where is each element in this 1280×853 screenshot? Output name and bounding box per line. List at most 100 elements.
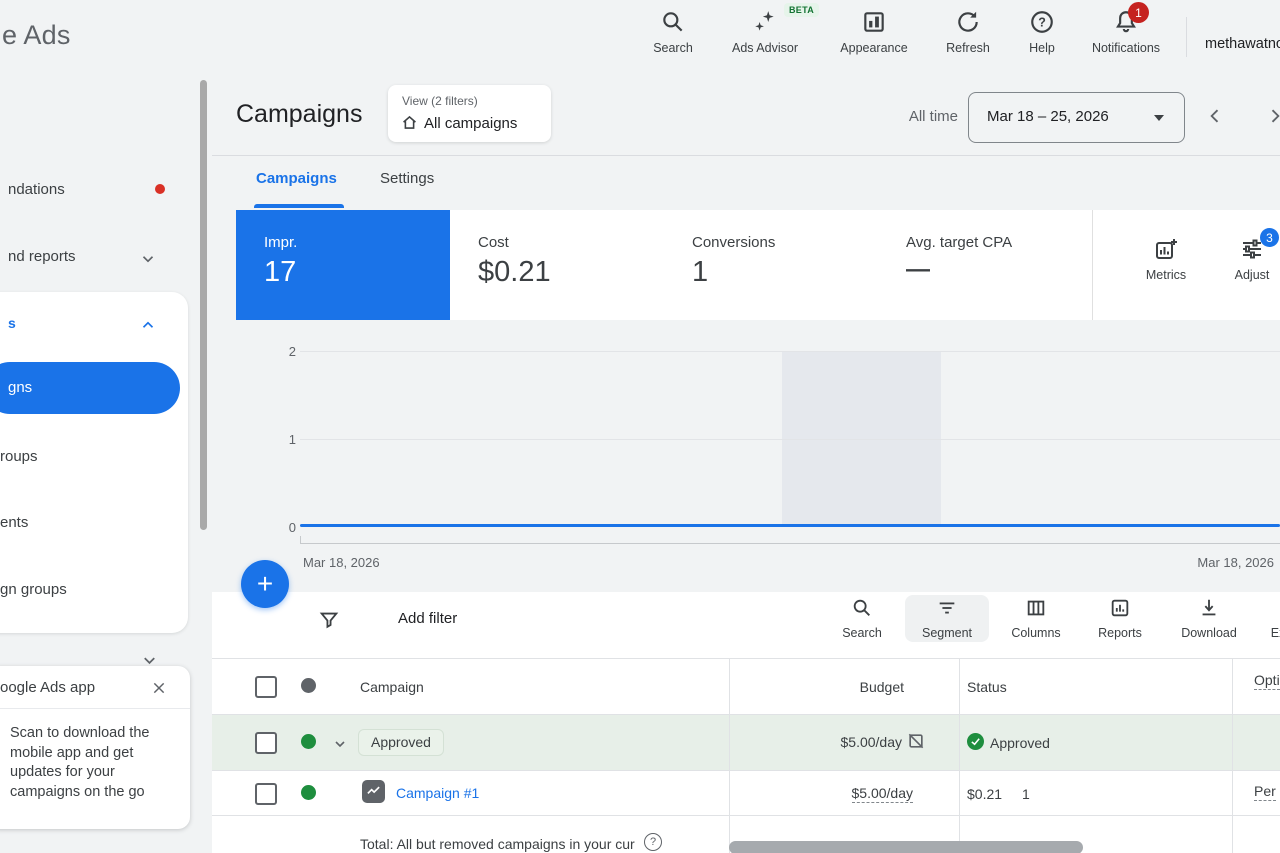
scorecard-cost[interactable]: Cost $0.21 <box>450 210 665 320</box>
reports-label: Reports <box>1098 626 1142 640</box>
help-icon: ? <box>1029 9 1055 35</box>
scorecard-impressions-value: 17 <box>264 256 296 289</box>
sidebar-item-insights-reports[interactable]: nd reports <box>8 248 76 265</box>
topbar-search-button[interactable]: Search <box>628 9 718 55</box>
chart-xlabel-left: Mar 18, 2026 <box>303 555 380 570</box>
topbar-help-button[interactable]: ? Help <box>1012 9 1072 55</box>
select-all-checkbox[interactable] <box>255 676 277 698</box>
home-icon <box>400 113 419 132</box>
row2-bottom-border <box>212 815 1280 816</box>
view-filters-chip[interactable]: View (2 filters) All campaigns <box>388 85 551 142</box>
column-header-budget[interactable]: Budget <box>820 679 904 695</box>
tab-campaigns[interactable]: Campaigns <box>256 170 337 187</box>
sidebar-scrollbar[interactable] <box>200 80 207 530</box>
segment-button[interactable]: Segment <box>905 595 989 642</box>
sidebar-item-campaigns-label: gns <box>8 379 32 396</box>
topbar-refresh-button[interactable]: Refresh <box>928 9 1008 55</box>
reports-button[interactable]: Reports <box>1078 597 1162 640</box>
recommendations-alert-dot <box>155 184 165 194</box>
table-search-label: Search <box>842 626 882 640</box>
expand-label: Expand <box>1271 626 1280 640</box>
sidebar-item-experiments[interactable]: ents <box>0 514 28 531</box>
prev-date-chevron-icon[interactable] <box>1205 106 1225 126</box>
page-title: Campaigns <box>236 100 362 129</box>
scorecard-impressions-label: Impr. <box>264 234 297 251</box>
date-range-picker[interactable]: Mar 18 – 25, 2026 <box>968 92 1185 143</box>
column-header-optimization[interactable]: Opti <box>1254 672 1280 690</box>
table-header-top-border <box>212 658 1280 659</box>
row1-enabled-dot[interactable] <box>301 734 316 749</box>
filter-funnel-icon[interactable] <box>318 609 340 631</box>
sidebar-item-campaign-groups[interactable]: gn groups <box>0 581 67 598</box>
row2-checkbox[interactable] <box>255 783 277 805</box>
download-button[interactable]: Download <box>1167 597 1251 640</box>
tab-settings[interactable]: Settings <box>380 170 434 187</box>
total-help-icon[interactable]: ? <box>644 833 662 851</box>
scorecard-conversions-value: 1 <box>692 256 708 289</box>
metrics-label: Metrics <box>1146 268 1186 282</box>
next-date-chevron-icon[interactable] <box>1265 106 1280 126</box>
topbar-help-label: Help <box>1029 41 1055 55</box>
chart-x-axis-tick <box>300 536 301 544</box>
app-card-title: oogle Ads app <box>0 679 95 696</box>
row1-budget-value[interactable]: $5.00/day <box>790 734 902 750</box>
column-header-status[interactable]: Status <box>967 679 1007 695</box>
sidebar-item-recommendations[interactable]: ndations <box>8 181 65 198</box>
row2-enabled-dot[interactable] <box>301 785 316 800</box>
download-icon <box>1198 597 1220 619</box>
row2-budget-text[interactable]: $5.00/day <box>852 785 914 803</box>
table-search-button[interactable]: Search <box>820 597 904 640</box>
appearance-icon <box>861 9 887 35</box>
expand-button[interactable]: Expand <box>1250 597 1280 640</box>
add-filter-button[interactable]: Add filter <box>398 610 457 627</box>
campaign-type-icon <box>362 780 385 803</box>
col-divider-budget-status <box>959 658 960 853</box>
row1-checkbox[interactable] <box>255 732 277 754</box>
search-icon <box>660 9 686 35</box>
column-header-campaign[interactable]: Campaign <box>360 679 424 695</box>
close-icon[interactable] <box>151 680 167 696</box>
adjust-label: Adjust <box>1235 268 1270 282</box>
col-divider-status-opt <box>1232 658 1233 853</box>
chart-xlabel-right: Mar 18, 2026 <box>1150 555 1274 570</box>
topbar-appearance-button[interactable]: Appearance <box>824 9 924 55</box>
view-filters-label: View (2 filters) <box>402 94 478 108</box>
scorecard-cost-label: Cost <box>478 234 509 251</box>
scorecard-impressions[interactable]: Impr. 17 <box>236 210 451 320</box>
row1-expand-chevron-icon[interactable] <box>332 736 348 752</box>
google-ads-logo[interactable]: e Ads <box>2 20 71 51</box>
row1-approved-chip[interactable]: Approved <box>358 729 444 756</box>
scorecard-avg-target-cpa-value: — <box>906 256 930 284</box>
row2-cost-value: $0.21 <box>967 786 1002 802</box>
table-total-label: Total: All but removed campaigns in your… <box>360 836 635 852</box>
account-name[interactable]: methawatno <box>1205 36 1280 52</box>
row1-bottom-border <box>212 770 1280 771</box>
horizontal-scrollbar-thumb[interactable] <box>729 841 1083 853</box>
row2-budget-value[interactable]: $5.00/day <box>801 785 913 801</box>
create-campaign-fab[interactable]: + <box>241 560 289 608</box>
chevron-down-icon[interactable] <box>139 250 157 268</box>
campaign-name-link[interactable]: Campaign #1 <box>396 785 479 801</box>
columns-button[interactable]: Columns <box>994 597 1078 640</box>
nav-panel-header[interactable]: s <box>8 315 16 331</box>
edit-off-icon <box>906 731 926 751</box>
row2-optimization-value[interactable]: Per <box>1254 783 1276 801</box>
search-icon <box>851 597 873 619</box>
all-time-label[interactable]: All time <box>872 108 958 125</box>
chart-ytick-2: 2 <box>270 344 296 359</box>
scorecard-conversions[interactable]: Conversions 1 <box>664 210 879 320</box>
topbar-notifications-button[interactable]: Notifications <box>1081 9 1171 55</box>
sidebar-item-campaigns-active[interactable]: gns <box>0 362 180 414</box>
metrics-icon <box>1154 237 1178 261</box>
sidebar-item-ad-groups[interactable]: roups <box>0 448 38 465</box>
chart-ytick-1: 1 <box>270 432 296 447</box>
reports-icon <box>1109 597 1131 619</box>
chevron-up-icon[interactable] <box>139 316 157 334</box>
chart-x-axis <box>300 543 1280 544</box>
segment-label: Segment <box>922 626 972 640</box>
scorecard-avg-target-cpa[interactable]: Avg. target CPA — <box>878 210 1093 320</box>
notifications-count-badge: 1 <box>1128 2 1149 23</box>
sparkle-icon <box>752 9 778 35</box>
active-tab-underline <box>254 204 344 208</box>
metrics-button[interactable]: Metrics <box>1136 237 1196 282</box>
